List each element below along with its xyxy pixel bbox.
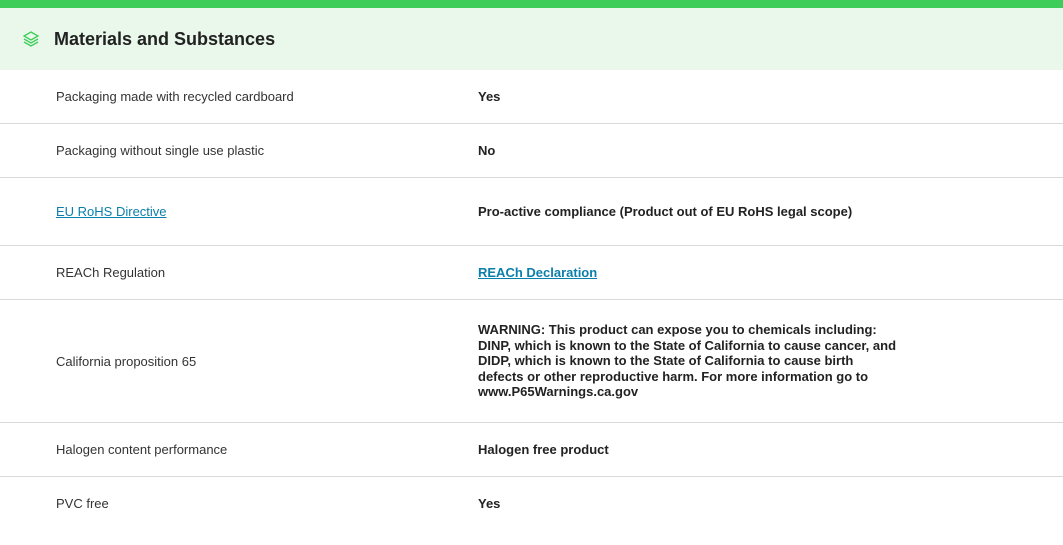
row-value: Halogen free product bbox=[478, 441, 609, 457]
row-label: Halogen content performance bbox=[56, 442, 228, 457]
table-row: PVC free Yes bbox=[0, 477, 1063, 530]
layers-icon bbox=[22, 30, 40, 48]
row-value: WARNING: This product can expose you to … bbox=[478, 322, 897, 400]
row-label: Packaging without single use plastic bbox=[56, 143, 265, 158]
row-label: PVC free bbox=[56, 496, 109, 511]
table-row: Packaging without single use plastic No bbox=[0, 124, 1063, 178]
row-label: California proposition 65 bbox=[56, 353, 197, 369]
row-value: Yes bbox=[478, 495, 501, 511]
row-label: REACh Regulation bbox=[56, 265, 166, 280]
table-row: Packaging made with recycled cardboard Y… bbox=[0, 70, 1063, 124]
table-row: California proposition 65 WARNING: This … bbox=[0, 300, 1063, 423]
table-row: REACh Regulation REACh Declaration bbox=[0, 246, 1063, 300]
row-value: No bbox=[478, 142, 496, 158]
row-label: Packaging made with recycled cardboard bbox=[56, 89, 294, 104]
table-row: Halogen content performance Halogen free… bbox=[0, 423, 1063, 477]
row-value: Yes bbox=[478, 88, 501, 104]
table-row: EU RoHS Directive Pro-active compliance … bbox=[0, 178, 1063, 246]
accent-top-bar bbox=[0, 0, 1063, 8]
reach-declaration-link[interactable]: REACh Declaration bbox=[478, 265, 597, 280]
section-header[interactable]: Materials and Substances bbox=[0, 8, 1063, 70]
section-title: Materials and Substances bbox=[54, 28, 276, 49]
eu-rohs-directive-link[interactable]: EU RoHS Directive bbox=[56, 204, 167, 219]
row-value: Pro-active compliance (Product out of EU… bbox=[478, 203, 853, 219]
